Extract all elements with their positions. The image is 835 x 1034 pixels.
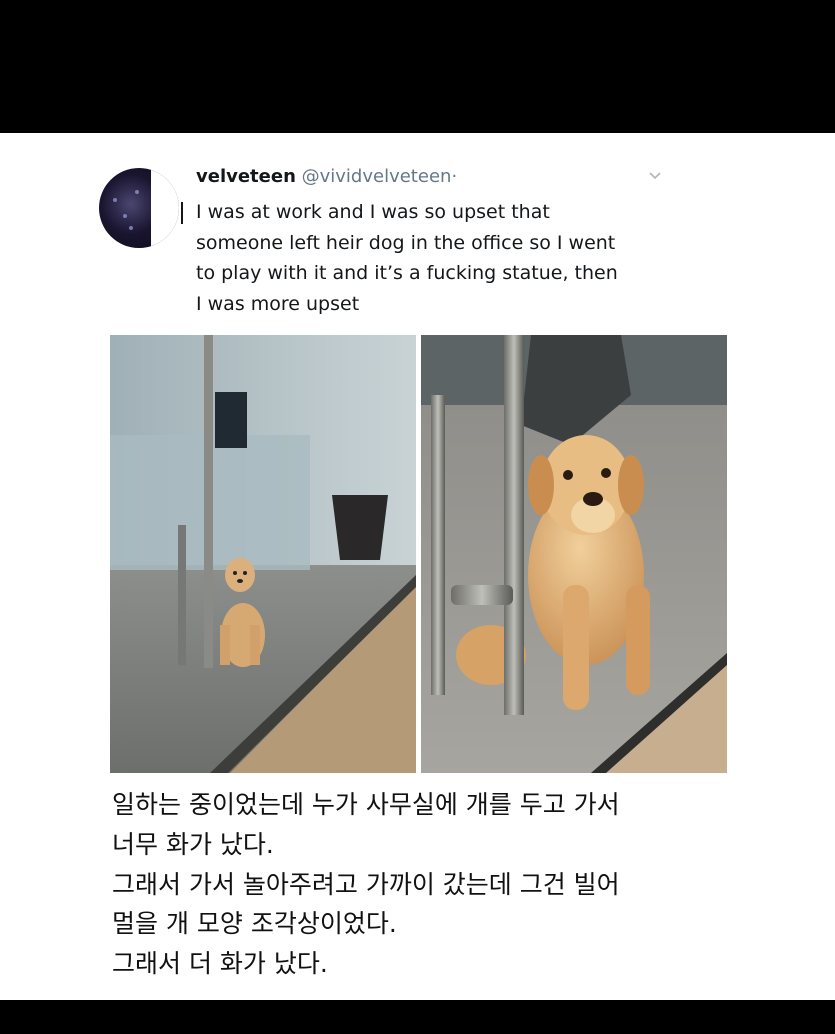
caption-line-2: 너무 화가 났다. bbox=[112, 829, 274, 859]
photo-1-art bbox=[110, 335, 416, 773]
chevron-down-icon[interactable] bbox=[647, 168, 663, 184]
avatar-icon[interactable] bbox=[99, 168, 179, 248]
user-handle[interactable]: @vividvelveteen bbox=[302, 166, 452, 187]
caption-line-5: 그래서 더 화가 났다. bbox=[112, 949, 328, 979]
photo-2-art bbox=[421, 335, 727, 773]
tweet-header: velveteen @vividvelveteen· bbox=[196, 166, 457, 187]
caption-line-3: 그래서 가서 놀아주려고 가까이 갔는데 그건 빌어 bbox=[112, 869, 620, 899]
tweet-text: I was at work and I was so upset that so… bbox=[196, 201, 618, 315]
tweet-photo-1[interactable] bbox=[110, 335, 416, 773]
cursor-mark bbox=[181, 202, 183, 224]
header-separator: · bbox=[451, 166, 458, 187]
korean-caption: 일하는 중이었는데 누가 사무실에 개를 두고 가서 너무 화가 났다. 그래서… bbox=[112, 785, 732, 984]
tweet-photo-2[interactable] bbox=[421, 335, 727, 773]
display-name[interactable]: velveteen bbox=[196, 166, 296, 187]
caption-line-4: 멀을 개 모양 조각상이었다. bbox=[112, 909, 397, 939]
caption-line-1: 일하는 중이었는데 누가 사무실에 개를 두고 가서 bbox=[112, 790, 620, 819]
